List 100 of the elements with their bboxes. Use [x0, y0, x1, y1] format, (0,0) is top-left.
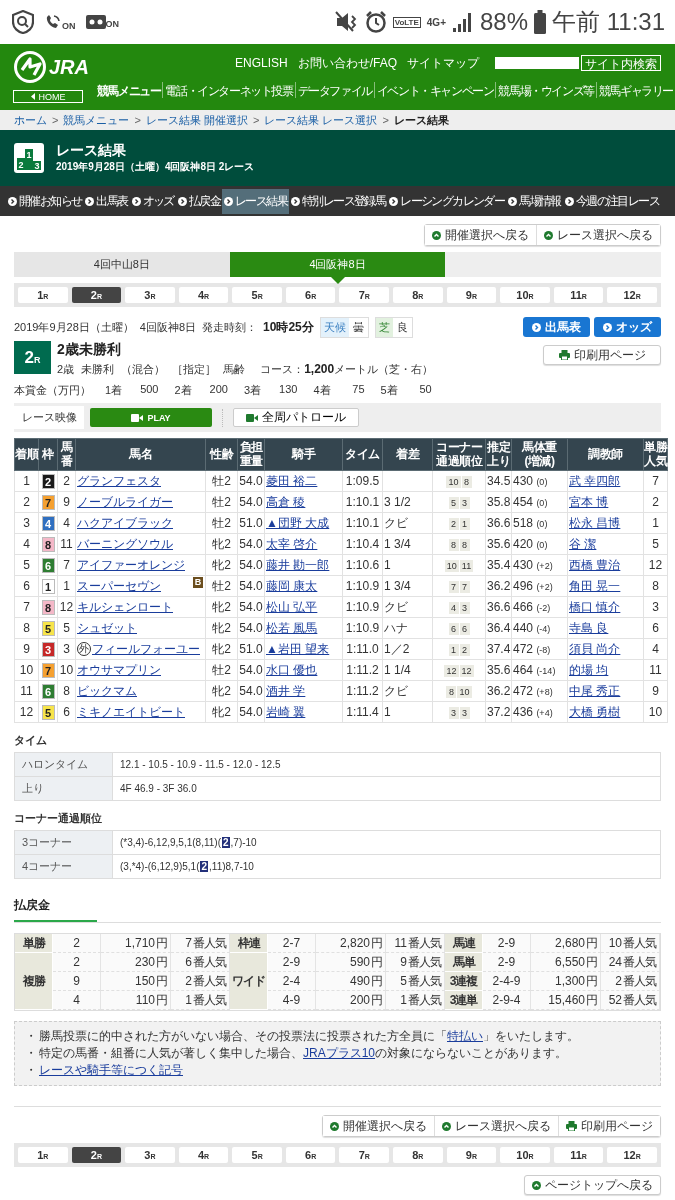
- table-cell: クビ: [382, 680, 433, 702]
- breadcrumb-link[interactable]: ホーム: [14, 112, 47, 128]
- corner-position: 1: [448, 644, 459, 656]
- yen-unit: 円: [371, 991, 382, 1009]
- note-text: 勝馬投票に的中された方がいない場合、その投票法に投票された方全員に「特払い」をいたします。: [39, 1028, 579, 1044]
- table-cell: 11: [57, 533, 76, 555]
- race-name: 2歳未勝利: [57, 341, 122, 359]
- subnav-item[interactable]: 今週の注目レース: [562, 188, 662, 214]
- arrow-circle-icon: [389, 196, 399, 206]
- yen-unit: 円: [156, 972, 167, 990]
- printer-icon: [558, 350, 570, 360]
- column-header: 重量: [238, 454, 264, 469]
- print-button[interactable]: 印刷用ページ: [543, 345, 661, 365]
- payout-amount: 1,710: [124, 936, 155, 950]
- popularity: 24: [608, 955, 622, 969]
- breadcrumb-link[interactable]: レース結果 開催選択: [145, 112, 248, 128]
- status-label: ON: [62, 21, 76, 31]
- video-camera-icon: [246, 413, 258, 422]
- body-weight: 464: [513, 663, 534, 677]
- note-link[interactable]: JRAプラス10: [303, 1046, 376, 1060]
- table-cell: 7: [14, 596, 39, 618]
- corner-position: 12: [459, 665, 474, 677]
- back-button[interactable]: 開催選択へ戻る: [425, 225, 536, 245]
- table-cell: 36.6: [485, 512, 512, 534]
- page-top-button[interactable]: ページトップへ戻る: [524, 1175, 661, 1195]
- search-button[interactable]: サイト内検索: [581, 55, 661, 71]
- breadcrumb-current: レース結果: [393, 112, 449, 128]
- voicemail-icon: [85, 15, 106, 29]
- corner-position: 11: [459, 560, 474, 572]
- arrow-circle-icon: [291, 196, 301, 206]
- table-cell: 1:10.1: [342, 512, 383, 534]
- table-cell: 35.6: [485, 533, 512, 555]
- note-link[interactable]: レースや騎手等につく記号: [39, 1063, 183, 1077]
- meeting-tab[interactable]: 4回中山8日: [14, 252, 230, 277]
- back-button[interactable]: レース選択へ戻る: [536, 225, 660, 245]
- nav-item[interactable]: 競馬メニュー: [94, 78, 163, 104]
- table-cell: 1: [57, 575, 76, 597]
- corner-position: 7: [459, 581, 470, 593]
- table-cell: 5: [14, 554, 39, 576]
- home-button[interactable]: HOME: [13, 90, 83, 103]
- prize-place: 5着: [380, 383, 398, 398]
- race-link-button[interactable]: オッズ: [594, 317, 661, 337]
- nav-item[interactable]: イベント・キャンペーン: [374, 78, 496, 104]
- table-cell: 牡2: [205, 491, 238, 513]
- race-number: 2R: [14, 341, 51, 374]
- nav-item[interactable]: 競馬ギャラリー: [596, 78, 675, 104]
- play-button[interactable]: PLAY: [90, 408, 212, 427]
- column-header: (増減): [524, 454, 556, 469]
- weight-change: (-14): [536, 666, 556, 676]
- subnav-item[interactable]: レーシングカレンダー: [387, 188, 507, 214]
- logo-text: JRA: [49, 55, 89, 79]
- subnav-item[interactable]: レース結果: [222, 188, 290, 214]
- course-note: （芝・右）: [378, 362, 434, 377]
- nav-item[interactable]: データファイル: [295, 78, 374, 104]
- table-cell: 1:10.9: [342, 596, 383, 618]
- race-link-button[interactable]: 出馬表: [523, 317, 590, 337]
- payout-amount: 490: [349, 974, 370, 988]
- breadcrumb-link[interactable]: 競馬メニュー: [63, 112, 130, 128]
- yen-unit: 円: [586, 972, 597, 990]
- yen-unit: 円: [586, 934, 597, 952]
- popularity-unit: 番人気: [193, 991, 226, 1009]
- print-button[interactable]: 印刷用ページ: [558, 1116, 660, 1136]
- subnav-item[interactable]: 払戻金: [175, 188, 222, 214]
- header-link[interactable]: ENGLISH: [234, 56, 288, 70]
- subnav-item[interactable]: 出馬表: [83, 188, 130, 214]
- note-link[interactable]: 特払い: [447, 1029, 483, 1043]
- corner-position: 2: [448, 518, 459, 530]
- table-cell: 54.0: [237, 680, 265, 702]
- back-button[interactable]: レース選択へ戻る: [434, 1116, 558, 1136]
- frame-number: 4: [41, 515, 55, 531]
- weight-change: (-8): [536, 645, 551, 655]
- alarm-icon: [364, 11, 387, 33]
- subnav-item[interactable]: オッズ: [129, 188, 176, 214]
- header-link[interactable]: お問い合わせ/FAQ: [297, 54, 397, 72]
- back-button[interactable]: 開催選択へ戻る: [323, 1116, 434, 1136]
- frame-number: 5: [41, 704, 55, 720]
- subnav-item[interactable]: 開催お知らせ: [6, 188, 84, 214]
- bet-type: 3連複: [445, 972, 483, 991]
- corner-position: 10: [444, 560, 459, 572]
- search-field[interactable]: [495, 57, 579, 69]
- combination: 2-9: [268, 953, 316, 972]
- horse-link[interactable]: フィールフォーユー: [92, 641, 200, 656]
- table-cell: クビ: [382, 512, 433, 534]
- subnav-item[interactable]: 馬場情報: [506, 188, 563, 214]
- subnav-item[interactable]: 特別レース登録馬: [289, 188, 388, 214]
- horse-link[interactable]: スーパーセヴン: [77, 578, 161, 593]
- wifi-call-icon: [44, 13, 62, 31]
- table-cell: 1:11.2: [342, 659, 383, 681]
- section-title: コーナー通過順位: [14, 811, 103, 826]
- nav-item[interactable]: 競馬場・ウインズ等: [496, 78, 596, 104]
- breadcrumb-separator: >: [382, 114, 389, 126]
- patrol-button[interactable]: 全周パトロール: [233, 408, 359, 427]
- nav-item[interactable]: 電話・インターネット投票: [163, 78, 295, 104]
- race-detail: 2歳: [57, 362, 75, 377]
- breadcrumb-separator: >: [52, 114, 59, 126]
- header-link[interactable]: サイトマップ: [407, 54, 479, 72]
- bet-type: 馬連: [445, 934, 483, 953]
- breadcrumb-link[interactable]: レース結果 レース選択: [264, 112, 378, 128]
- frame-number: 1: [41, 578, 55, 594]
- table-cell: 37.4: [485, 638, 512, 660]
